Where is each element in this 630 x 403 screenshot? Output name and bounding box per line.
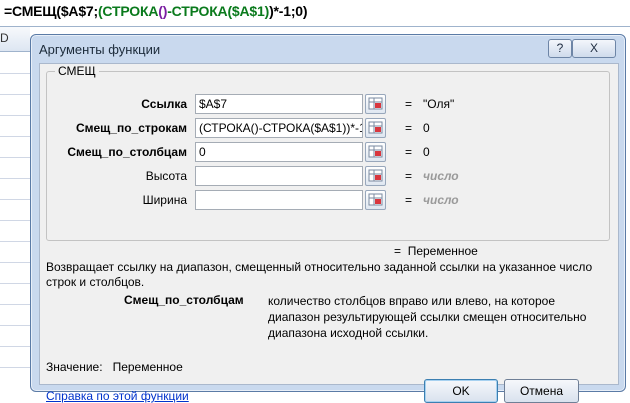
param-name: Смещ_по_столбцам [124, 293, 244, 307]
grid-line [0, 73, 30, 74]
formula-part-1: =СМЕЩ($A$7; [4, 3, 98, 19]
function-result-value: Переменное [407, 244, 478, 258]
arg-eq-cols: = [405, 145, 413, 159]
grid-line [0, 283, 30, 284]
grid-line [0, 178, 30, 179]
arg-label-ref: Ссылка [141, 97, 187, 111]
ok-button[interactable]: OK [424, 379, 498, 403]
arg-label-height: Высота [145, 169, 187, 183]
grid-line [0, 304, 30, 305]
close-icon: X [589, 41, 598, 55]
spreadsheet-grid[interactable] [0, 27, 30, 394]
arg-eq-rows: = [405, 121, 413, 135]
arg-eq-height: = [405, 169, 413, 183]
grid-line [0, 262, 30, 263]
param-description: количество столбцов вправо или влево, на… [268, 294, 587, 340]
grid-line [0, 367, 30, 368]
grid-line [0, 115, 30, 116]
help-button[interactable]: ? [548, 39, 572, 58]
arg-label-width: Ширина [142, 193, 187, 207]
collapse-dialog-icon [368, 169, 383, 182]
arg-eq-width: = [405, 193, 413, 207]
range-picker-rows[interactable] [365, 118, 386, 138]
arg-row-rows: Смещ_по_строкам (СТРОКА()-СТРОКА($A$1))*… [47, 118, 607, 138]
arg-row-height: Высота = число [47, 166, 607, 186]
dialog-body: СМЕЩ Ссылка $A$7 = "Оля" Смещ_по_строкам… [39, 63, 619, 403]
value-label: Значение: [46, 360, 103, 374]
arg-label-cols: Смещ_по_столбцам [67, 145, 187, 159]
value-text: Переменное [112, 360, 183, 374]
function-result: = Переменное [394, 244, 478, 258]
formula-part-2: (СТРОКА [97, 3, 159, 19]
rows-offset-input[interactable]: (СТРОКА()-СТРОКА($A$1))*-1 [195, 118, 363, 138]
dialog-title: Аргументы функции [39, 42, 161, 57]
collapse-dialog-icon [368, 193, 383, 206]
cancel-button[interactable]: Отмена [504, 379, 579, 403]
arg-row-ref: Ссылка $A$7 = "Оля" [47, 94, 607, 114]
column-header[interactable]: D [0, 27, 30, 52]
grid-line [0, 136, 30, 137]
grid-line [0, 220, 30, 221]
formula-part-3: () [158, 3, 168, 19]
arg-result-width: число [423, 193, 459, 207]
range-picker-ref[interactable] [365, 94, 386, 114]
arg-result-height: число [423, 169, 459, 183]
grid-line [0, 346, 30, 347]
column-header-label: D [0, 31, 9, 45]
range-picker-cols[interactable] [365, 142, 386, 162]
grid-line [0, 241, 30, 242]
formula-text[interactable]: =СМЕЩ($A$7;(СТРОКА()-СТРОКА($A$1))*-1;0) [4, 3, 308, 19]
grid-line [0, 157, 30, 158]
width-input[interactable] [195, 190, 363, 210]
arg-result-cols: 0 [423, 145, 430, 159]
formula-value: Значение: Переменное [46, 360, 183, 374]
arguments-group: СМЕЩ Ссылка $A$7 = "Оля" Смещ_по_строкам… [46, 64, 610, 241]
height-input[interactable] [195, 166, 363, 186]
grid-line [0, 325, 30, 326]
help-link[interactable]: Справка по этой функции [46, 389, 189, 403]
function-description: Возвращает ссылку на диапазон, смещенный… [46, 260, 593, 289]
arg-label-rows: Смещ_по_строкам [75, 121, 187, 135]
ref-input[interactable]: $A$7 [195, 94, 363, 114]
collapse-dialog-icon [368, 97, 383, 110]
arg-row-width: Ширина = число [47, 190, 607, 210]
arg-result-ref: "Оля" [423, 97, 455, 111]
formula-part-5: )*-1;0) [269, 3, 308, 19]
function-result-eq: = [394, 244, 402, 258]
range-picker-width[interactable] [365, 190, 386, 210]
arg-eq-ref: = [405, 97, 413, 111]
function-name: СМЕЩ [55, 64, 99, 78]
collapse-dialog-icon [368, 145, 383, 158]
grid-line [0, 199, 30, 200]
collapse-dialog-icon [368, 121, 383, 134]
grid-line [0, 94, 30, 95]
formula-part-4: -СТРОКА($A$1) [167, 3, 270, 19]
arg-result-rows: 0 [423, 121, 430, 135]
arg-row-cols: Смещ_по_столбцам 0 = 0 [47, 142, 607, 162]
cols-offset-input[interactable]: 0 [195, 142, 363, 162]
close-button[interactable]: X [572, 39, 616, 58]
range-picker-height[interactable] [365, 166, 386, 186]
function-arguments-dialog: Аргументы функции ? X СМЕЩ Ссылка $A$7 =… [30, 34, 626, 403]
formula-bar[interactable]: =СМЕЩ($A$7;(СТРОКА()-СТРОКА($A$1))*-1;0) [0, 0, 630, 27]
